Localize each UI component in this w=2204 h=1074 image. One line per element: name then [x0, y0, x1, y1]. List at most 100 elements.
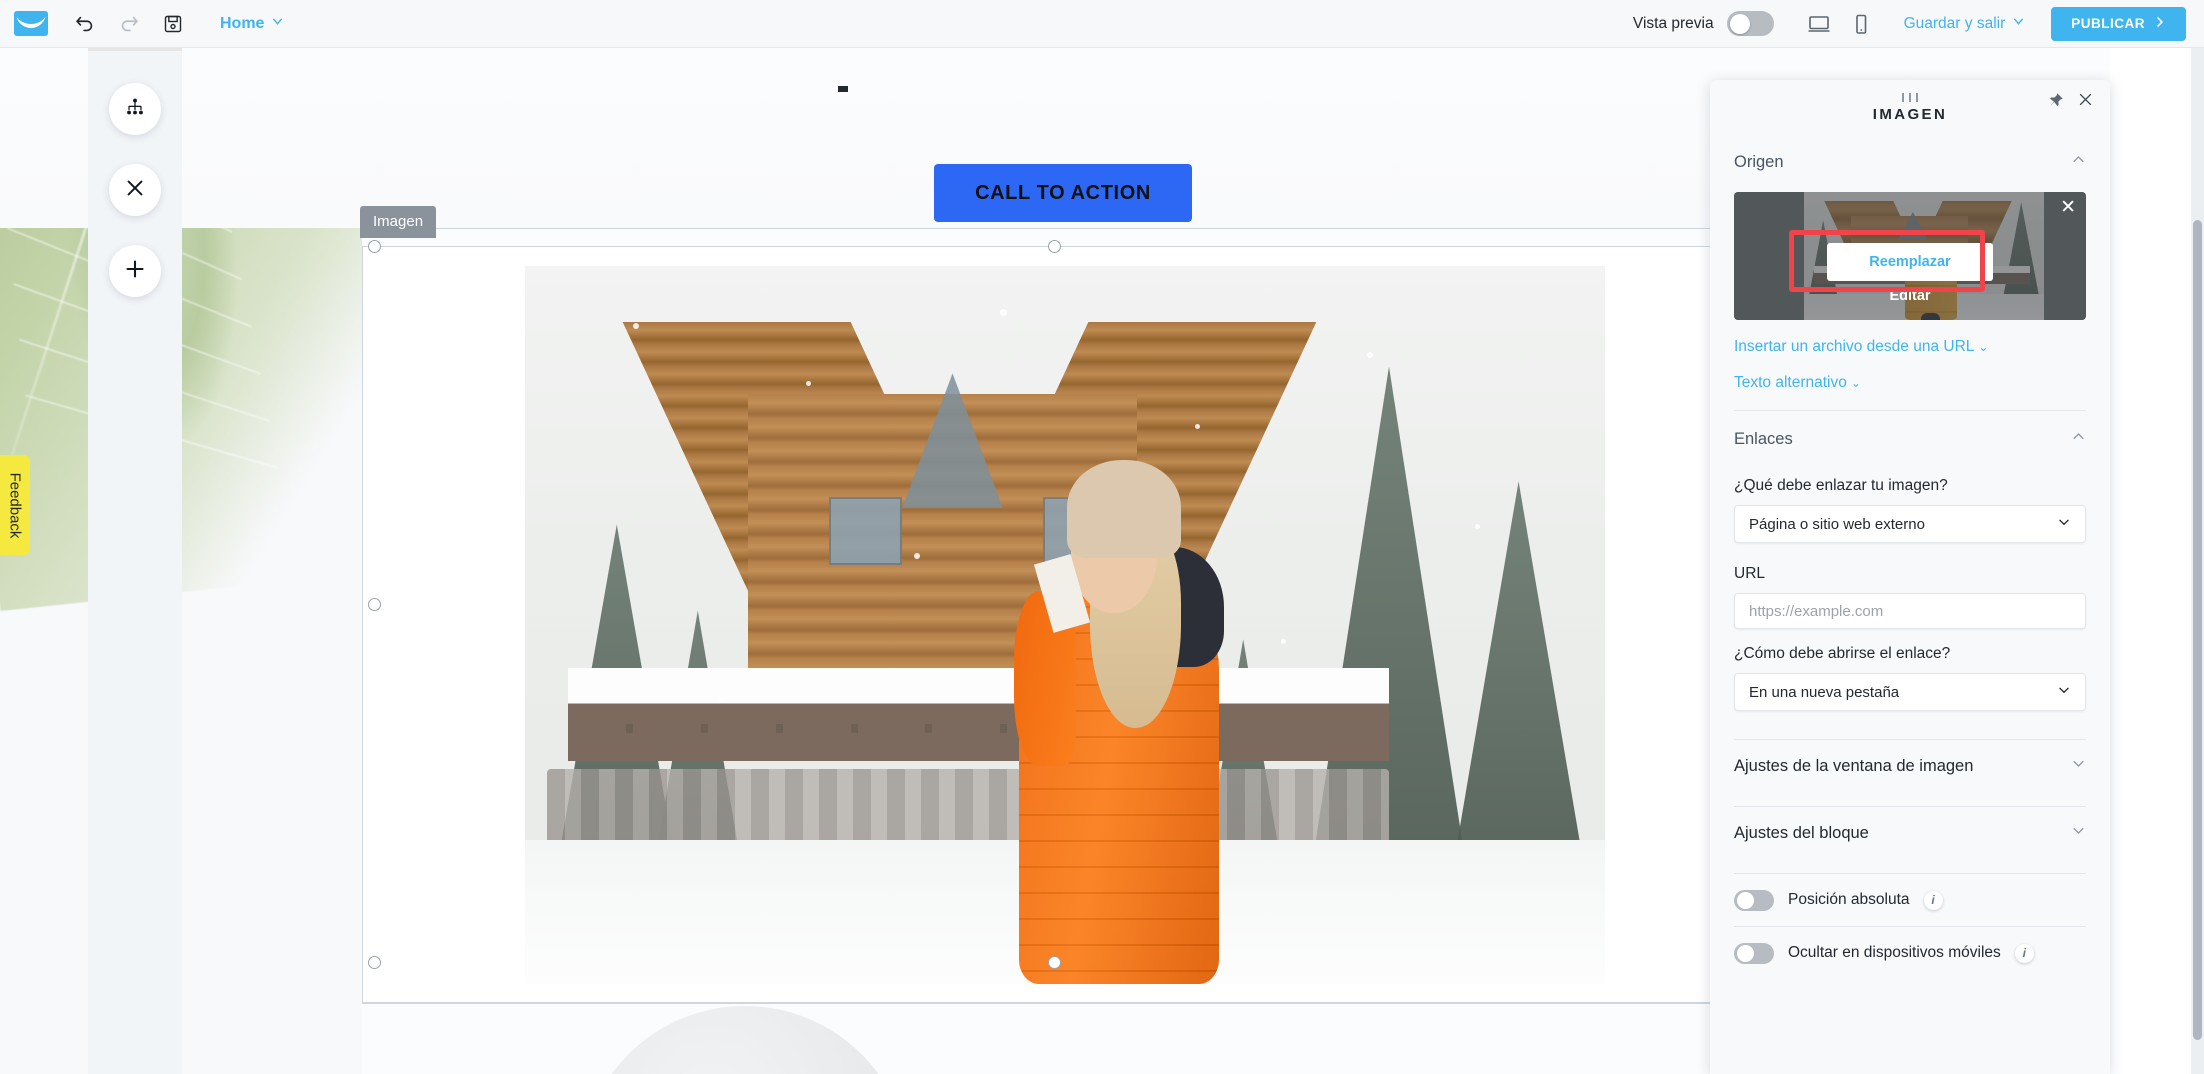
person-in-orange-jacket — [1000, 438, 1238, 984]
snowflake — [805, 380, 811, 386]
close-panel-button[interactable] — [109, 164, 162, 216]
alt-text-link[interactable]: Texto alternativo ⌄ — [1710, 374, 2110, 392]
top-toolbar: Home Vista previa Guardar y salir PUBLIC… — [0, 0, 2204, 48]
chevron-down-icon: ⌄ — [1978, 340, 1989, 354]
hide-on-mobile-toggle[interactable] — [1734, 942, 1774, 964]
close-x-icon — [124, 177, 146, 204]
image-window-settings-label: Ajustes de la ventana de imagen — [1734, 756, 1974, 775]
save-and-exit-dropdown[interactable]: Guardar y salir — [1904, 15, 2026, 33]
preview-toggle[interactable] — [1726, 11, 1774, 36]
resize-handle-top-left[interactable] — [368, 240, 381, 253]
block-settings-label: Ajustes del bloque — [1734, 823, 1869, 842]
link-target-value: Página o sitio web externo — [1749, 515, 1925, 533]
canvas-scrollbar[interactable] — [2191, 48, 2204, 1074]
chevron-up-icon — [2071, 152, 2086, 172]
home-label: Home — [220, 14, 265, 32]
toolbar-left-group: Home — [0, 5, 284, 43]
right-toolbar-rail — [88, 48, 183, 1074]
toolbar-right-group: Vista previa Guardar y salir PUBLICAR — [1633, 5, 2204, 43]
link-target-question: ¿Qué debe enlazar tu imagen? — [1734, 477, 1948, 494]
home-dropdown[interactable]: Home — [220, 15, 284, 33]
mailchimp-envelope-logo[interactable] — [14, 11, 48, 36]
divider — [1734, 410, 2086, 411]
undo-arrow-icon[interactable] — [66, 5, 104, 43]
publish-button[interactable]: PUBLICAR — [2051, 6, 2186, 41]
section-origen-label: Origen — [1734, 152, 1784, 171]
divider — [1734, 739, 2086, 740]
preview-label: Vista previa — [1632, 14, 1714, 32]
chevron-down-icon — [2057, 683, 2071, 701]
hide-on-mobile-row: Ocultar en dispositivos móviles i — [1710, 927, 2110, 979]
floppy-disk-save-icon[interactable] — [154, 5, 192, 43]
feedback-tab[interactable]: Feedback — [0, 455, 30, 555]
resize-handle-middle-left[interactable] — [368, 598, 381, 611]
section-block-settings[interactable]: Ajustes del bloque — [1710, 811, 2110, 855]
snowflake — [913, 553, 920, 560]
pin-icon[interactable] — [2048, 92, 2064, 113]
image-settings-panel: IMAGEN Origen ✕ Reemplazar Editar Insert… — [1710, 80, 2110, 1074]
panel-close-icon[interactable] — [2077, 91, 2094, 113]
block-drag-handle[interactable] — [838, 86, 848, 92]
snowflake — [1194, 423, 1200, 429]
link-target-select[interactable]: Página o sitio web externo — [1734, 505, 2086, 543]
block-divider-top — [362, 228, 1744, 229]
replace-image-button[interactable]: Reemplazar — [1827, 243, 1993, 281]
section-enlaces-label: Enlaces — [1734, 429, 1793, 448]
chevron-down-icon — [2057, 515, 2071, 533]
section-image-window-settings[interactable]: Ajustes de la ventana de imagen — [1710, 744, 2110, 788]
thumbnail-remove-icon[interactable]: ✕ — [2060, 198, 2076, 217]
absolute-position-row: Posición absoluta i — [1710, 874, 2110, 926]
plus-add-icon — [123, 257, 147, 286]
absolute-position-label: Posición absoluta — [1788, 891, 1910, 908]
hide-on-mobile-label: Ocultar en dispositivos móviles — [1788, 944, 2001, 961]
insert-file-from-url-label: Insertar un archivo desde una URL — [1734, 338, 1975, 355]
insert-file-from-url-link[interactable]: Insertar un archivo desde una URL ⌄ — [1710, 338, 2110, 356]
toggle-knob — [1729, 13, 1750, 34]
resize-handle-top-center[interactable] — [1048, 240, 1061, 253]
link-open-value: En una nueva pestaña — [1749, 683, 1900, 701]
chevron-right-icon — [2154, 16, 2166, 31]
cabin-deck — [568, 668, 1389, 762]
alt-text-label: Texto alternativo — [1734, 374, 1847, 391]
resize-handle-bottom-left[interactable] — [368, 956, 381, 969]
drag-dots-icon[interactable] — [1902, 93, 1918, 102]
app-root: Home Vista previa Guardar y salir PUBLIC… — [0, 0, 2204, 1074]
image-block-photo — [525, 266, 1605, 984]
absolute-position-toggle[interactable] — [1734, 889, 1774, 911]
chevron-down-icon — [2071, 823, 2086, 843]
chevron-down-icon — [2012, 15, 2025, 33]
canvas-scrollbar-thumb[interactable] — [2193, 220, 2202, 1040]
url-label: URL — [1734, 565, 1766, 582]
url-input[interactable]: https://example.com — [1734, 593, 2086, 629]
sitemap-hierarchy-button[interactable] — [109, 83, 162, 135]
desktop-monitor-icon[interactable] — [1798, 5, 1840, 43]
sitemap-hierarchy-icon — [124, 96, 146, 123]
panel-header: IMAGEN — [1710, 80, 2110, 140]
knit-beanie — [1066, 460, 1181, 559]
toggle-knob — [1736, 944, 1754, 962]
section-enlaces-header[interactable]: Enlaces — [1710, 417, 2110, 461]
image-thumbnail[interactable]: ✕ Reemplazar Editar — [1734, 192, 2086, 320]
image-block[interactable] — [362, 246, 1744, 1003]
redo-arrow-icon[interactable] — [110, 5, 148, 43]
publish-label: PUBLICAR — [2071, 16, 2145, 31]
resize-handle-bottom-center[interactable] — [1048, 956, 1061, 969]
edit-image-button[interactable]: Editar — [1889, 288, 1930, 304]
chevron-down-icon: ⌄ — [1850, 376, 1861, 390]
feedback-label: Feedback — [6, 472, 24, 538]
mobile-phone-icon[interactable] — [1840, 5, 1882, 43]
chevron-down-icon — [271, 15, 284, 33]
cabin-window-left — [828, 497, 903, 565]
block-divider-bottom — [362, 1003, 1744, 1004]
section-origen-header[interactable]: Origen — [1710, 140, 2110, 184]
toggle-knob — [1736, 891, 1754, 909]
link-open-select[interactable]: En una nueva pestaña — [1734, 673, 2086, 711]
info-icon[interactable]: i — [2014, 943, 2034, 963]
call-to-action-button[interactable]: CALL TO ACTION — [934, 164, 1192, 222]
chevron-down-icon — [2071, 756, 2086, 776]
link-open-question: ¿Cómo debe abrirse el enlace? — [1734, 645, 1951, 662]
add-block-button[interactable] — [109, 245, 162, 297]
info-icon[interactable]: i — [1923, 890, 1943, 910]
chevron-up-icon — [2071, 429, 2086, 449]
image-block-tag[interactable]: Imagen — [360, 206, 437, 238]
